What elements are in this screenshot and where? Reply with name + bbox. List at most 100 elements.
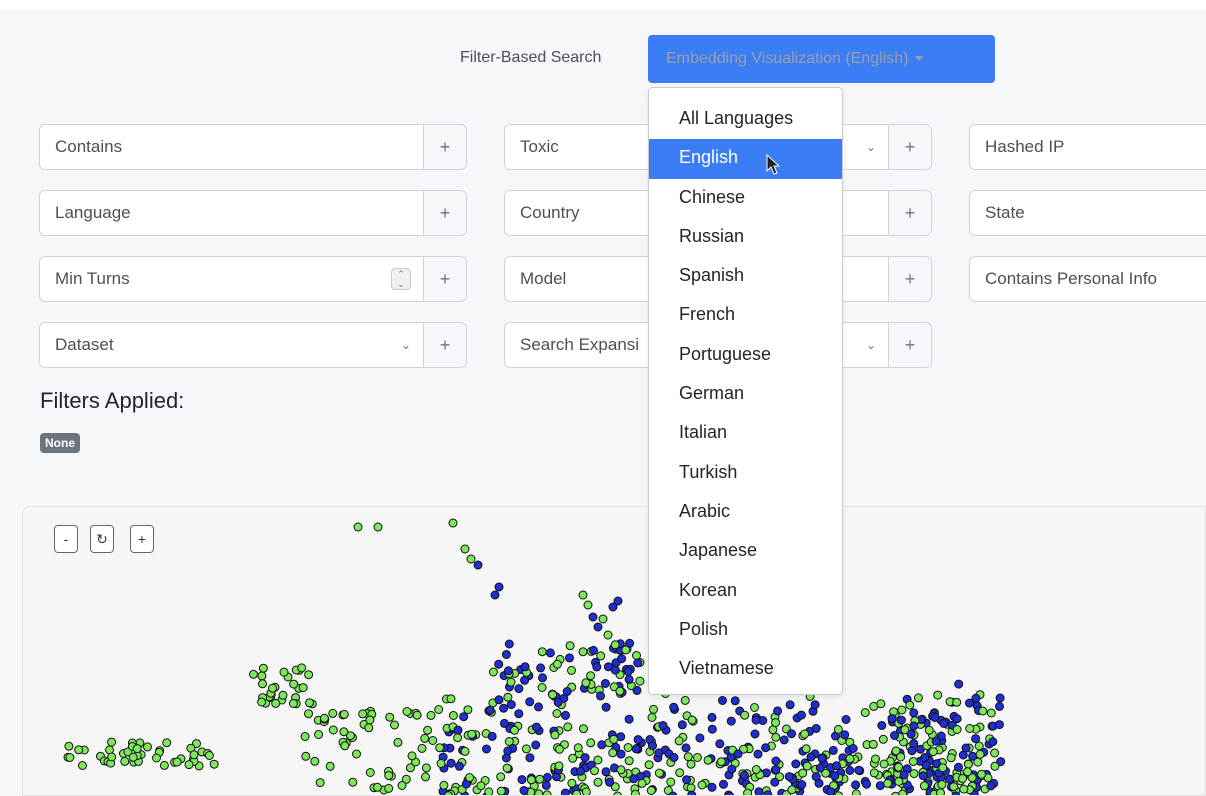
scatter-point <box>537 647 547 657</box>
add-search-expansion-button[interactable]: + <box>889 322 932 368</box>
dataset-select[interactable]: Dataset ⌄ <box>39 322 424 368</box>
scatter-point <box>567 665 576 675</box>
filter-based-search-link[interactable]: Filter-Based Search <box>460 49 601 67</box>
add-country-button[interactable]: + <box>889 190 932 236</box>
zoom-out-button[interactable]: - <box>54 525 78 553</box>
add-dataset-button[interactable]: + <box>424 322 467 368</box>
scatter-point <box>517 775 527 785</box>
add-contains-button[interactable]: + <box>424 124 467 170</box>
contains-personal-info-input[interactable]: Contains Personal Info <box>969 256 1206 302</box>
embedding-visualization-dropdown[interactable]: Embedding Visualization (English) <box>648 35 995 83</box>
min-turns-input[interactable]: Min Turns ⌃ ⌄ <box>39 256 424 302</box>
scatter-point <box>159 760 169 770</box>
scatter-point <box>994 720 1004 730</box>
add-min-turns-button[interactable]: + <box>424 256 467 302</box>
add-model-button[interactable]: + <box>889 256 932 302</box>
scatter-point <box>482 744 491 754</box>
menu-item-english[interactable]: English <box>649 139 842 179</box>
refresh-icon: ↻ <box>96 531 108 547</box>
add-toxic-button[interactable]: + <box>889 124 932 170</box>
language-input[interactable]: Language <box>39 190 424 236</box>
scatter-point <box>771 756 781 766</box>
scatter-point <box>314 730 324 739</box>
scatter-point <box>503 666 513 676</box>
menu-item-japanese[interactable]: Japanese <box>649 532 842 571</box>
scatter-point <box>868 739 878 749</box>
scatter-point <box>629 774 639 784</box>
scatter-point <box>907 746 917 756</box>
scatter-point <box>565 653 574 663</box>
scatter-point <box>635 676 645 686</box>
state-filter: State <box>969 190 1206 236</box>
scatter-point <box>623 667 633 676</box>
hashed-ip-input[interactable]: Hashed IP <box>969 124 1206 170</box>
reset-view-button[interactable]: ↻ <box>90 525 114 553</box>
scatter-point <box>340 741 350 751</box>
scatter-point <box>501 650 511 659</box>
menu-item-chinese[interactable]: Chinese <box>649 179 842 218</box>
scatter-point <box>624 674 634 684</box>
scatter-point <box>494 659 504 669</box>
scatter-point <box>289 679 299 689</box>
scatter-point <box>771 732 781 742</box>
scatter-point <box>975 749 985 759</box>
scatter-point <box>637 778 647 788</box>
scatter-point <box>503 746 513 756</box>
menu-item-all-languages[interactable]: All Languages <box>649 100 842 139</box>
scatter-point <box>779 735 789 745</box>
scatter-point <box>593 622 603 632</box>
scatter-point <box>423 725 433 735</box>
scatter-point <box>565 641 575 651</box>
menu-item-turkish[interactable]: Turkish <box>649 454 842 493</box>
menu-item-polish[interactable]: Polish <box>649 611 842 650</box>
add-language-button[interactable]: + <box>424 190 467 236</box>
scatter-point <box>315 778 325 788</box>
scatter-point <box>854 765 864 775</box>
scatter-point <box>352 749 361 759</box>
scatter-point <box>310 756 320 766</box>
menu-item-portuguese[interactable]: Portuguese <box>649 336 842 375</box>
scatter-point <box>961 743 971 753</box>
scatter-point <box>877 721 887 730</box>
menu-item-spanish[interactable]: Spanish <box>649 257 842 296</box>
spinner-icon[interactable]: ⌃ ⌄ <box>391 268 411 290</box>
scatter-point <box>869 768 879 778</box>
dataset-label: Dataset <box>55 335 114 354</box>
scatter-point <box>739 770 749 780</box>
scatter-point <box>446 694 456 704</box>
scatter-point <box>393 737 403 747</box>
scatter-point <box>631 744 641 754</box>
scatter-point <box>845 754 855 764</box>
menu-item-russian[interactable]: Russian <box>649 218 842 257</box>
scatter-point <box>716 757 726 767</box>
embedding-plot[interactable]: - ↻ + <box>22 506 1206 796</box>
scatter-point <box>707 782 717 792</box>
zoom-in-button[interactable]: + <box>130 525 154 553</box>
menu-item-french[interactable]: French <box>649 296 842 335</box>
scatter-point <box>878 734 888 744</box>
scatter-point <box>598 614 608 624</box>
scatter-point <box>555 744 564 754</box>
scatter-point <box>503 692 513 702</box>
menu-item-vietnamese[interactable]: Vietnamese <box>649 650 842 689</box>
scatter-point <box>883 778 893 788</box>
menu-item-arabic[interactable]: Arabic <box>649 493 842 532</box>
contains-input[interactable]: Contains <box>39 124 424 170</box>
scatter-point <box>978 706 988 716</box>
scatter-point <box>162 738 172 748</box>
scatter-canvas[interactable] <box>23 507 1206 796</box>
scatter-point <box>971 734 981 744</box>
scatter-point <box>593 777 603 787</box>
scatter-point <box>494 582 504 592</box>
menu-item-korean[interactable]: Korean <box>649 572 842 611</box>
scatter-point <box>977 769 986 779</box>
scatter-point <box>896 715 906 725</box>
state-input[interactable]: State <box>969 190 1206 236</box>
menu-item-italian[interactable]: Italian <box>649 414 842 453</box>
menu-item-german[interactable]: German <box>649 375 842 414</box>
scatter-point <box>534 702 543 712</box>
scatter-point <box>890 731 899 740</box>
scatter-point <box>928 747 938 757</box>
filters-applied-title: Filters Applied: <box>40 388 185 413</box>
scatter-point <box>426 710 436 720</box>
